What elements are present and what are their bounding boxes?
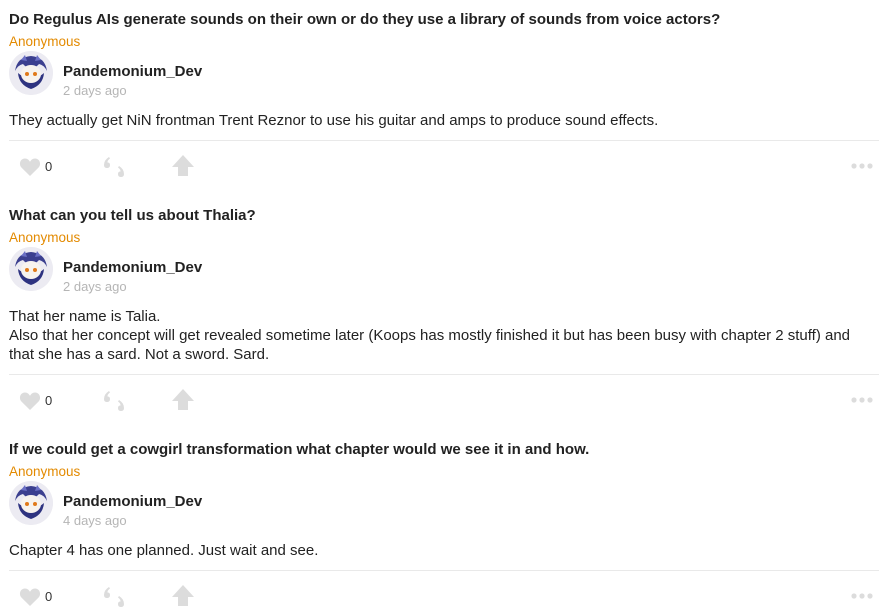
asker-name[interactable]: Anonymous: [9, 34, 80, 49]
heart-icon: [19, 392, 41, 410]
answer-text: Chapter 4 has one planned. Just wait and…: [9, 541, 871, 560]
avatar[interactable]: [9, 247, 53, 291]
more-options-button[interactable]: [850, 584, 876, 610]
post-actions: 0: [0, 154, 890, 180]
share-arrow-up-icon: [172, 155, 194, 176]
answer-line: Also that her concept will get revealed …: [9, 327, 851, 363]
answer-line: They actually get NiN frontman Trent Rez…: [9, 112, 659, 129]
author-name[interactable]: Pandemonium_Dev: [63, 63, 202, 80]
quote-button[interactable]: [101, 584, 127, 610]
quote-button[interactable]: [101, 154, 127, 180]
question-text: Do Regulus AIs generate sounds on their …: [9, 11, 721, 28]
heart-icon: [19, 158, 41, 176]
like-count: 0: [45, 589, 53, 604]
like-button[interactable]: 0: [19, 388, 65, 414]
share-button[interactable]: [170, 154, 196, 180]
like-count: 0: [45, 393, 53, 408]
quote-icon: [104, 157, 124, 177]
author-name[interactable]: Pandemonium_Dev: [63, 493, 202, 510]
question-text: What can you tell us about Thalia?: [9, 207, 256, 224]
divider: [9, 570, 879, 571]
asker-name[interactable]: Anonymous: [9, 464, 80, 479]
answer-line: Chapter 4 has one planned. Just wait and…: [9, 542, 319, 559]
more-dots-icon: [851, 163, 873, 169]
like-button[interactable]: 0: [19, 154, 65, 180]
more-dots-icon: [851, 397, 873, 403]
author-name[interactable]: Pandemonium_Dev: [63, 259, 202, 276]
more-options-button[interactable]: [850, 388, 876, 414]
avatar[interactable]: [9, 481, 53, 525]
post-timestamp: 2 days ago: [63, 279, 127, 294]
quote-icon: [104, 391, 124, 411]
quote-icon: [104, 587, 124, 607]
share-arrow-up-icon: [172, 585, 194, 606]
post-timestamp: 4 days ago: [63, 513, 127, 528]
more-dots-icon: [851, 593, 873, 599]
share-button[interactable]: [170, 388, 196, 414]
quote-button[interactable]: [101, 388, 127, 414]
asker-name[interactable]: Anonymous: [9, 230, 80, 245]
more-options-button[interactable]: [850, 154, 876, 180]
avatar-image: [9, 247, 53, 291]
divider: [9, 374, 879, 375]
avatar-image: [9, 51, 53, 95]
post-actions: 0: [0, 584, 890, 610]
avatar-image: [9, 481, 53, 525]
question-text: If we could get a cowgirl transformation…: [9, 441, 590, 458]
like-count: 0: [45, 159, 53, 174]
share-button[interactable]: [170, 584, 196, 610]
post-timestamp: 2 days ago: [63, 83, 127, 98]
answer-line: That her name is Talia.: [9, 308, 161, 325]
answer-text: They actually get NiN frontman Trent Rez…: [9, 111, 871, 130]
like-button[interactable]: 0: [19, 584, 65, 610]
heart-icon: [19, 588, 41, 606]
share-arrow-up-icon: [172, 389, 194, 410]
post-actions: 0: [0, 388, 890, 414]
avatar[interactable]: [9, 51, 53, 95]
divider: [9, 140, 879, 141]
answer-text: That her name is Talia. Also that her co…: [9, 307, 871, 364]
